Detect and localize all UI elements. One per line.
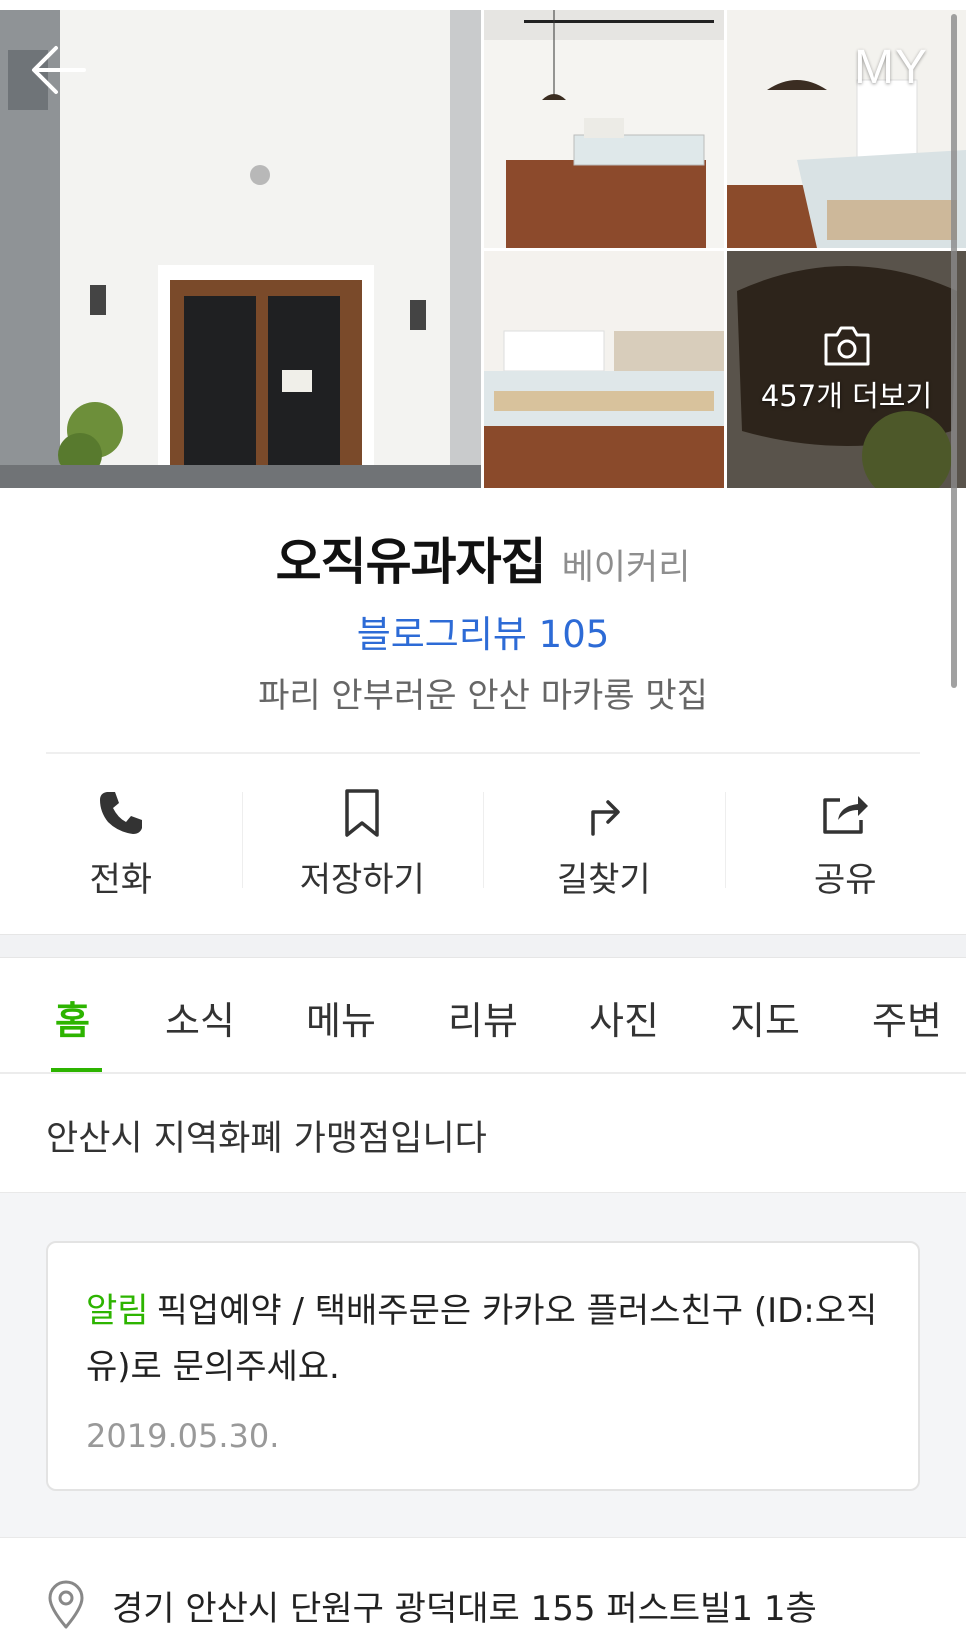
- my-button[interactable]: MY: [854, 40, 928, 95]
- tab-photos[interactable]: 사진: [589, 990, 659, 1045]
- address-row[interactable]: 경기 안산시 단원구 광덕대로 155 퍼스트빌1 1층: [46, 1580, 817, 1630]
- more-photos-button[interactable]: 457개 더보기: [727, 251, 966, 488]
- bookmark-icon: [345, 789, 379, 837]
- interior-photo-showcase[interactable]: [484, 251, 724, 488]
- divider: [46, 752, 920, 754]
- directions-button[interactable]: 길찾기: [483, 770, 725, 910]
- directions-label: 길찾기: [556, 860, 651, 900]
- notice-text: 픽업예약 / 택배주문은 카카오 플러스친구 (ID:오직유)로 문의주세요.: [86, 1291, 878, 1387]
- active-tab-indicator: [51, 1068, 102, 1072]
- place-name: 오직유과자집: [275, 533, 547, 591]
- address-text: 경기 안산시 단원구 광덕대로 155 퍼스트빌1 1층: [112, 1588, 817, 1629]
- interior-photo-counter[interactable]: [484, 10, 724, 248]
- local-currency-info: 안산시 지역화폐 가맹점입니다: [46, 1119, 487, 1159]
- call-button[interactable]: 전화: [0, 770, 242, 910]
- tab-home[interactable]: 홈: [55, 990, 90, 1045]
- camera-icon: [824, 326, 869, 365]
- tab-reviews[interactable]: 리뷰: [448, 990, 518, 1045]
- phone-icon: [99, 792, 142, 834]
- notice-date: 2019.05.30.: [86, 1417, 280, 1455]
- location-pin-icon: [48, 1580, 84, 1629]
- place-tagline: 파리 안부러운 안산 마카롱 맛집: [258, 676, 708, 716]
- save-button[interactable]: 저장하기: [241, 770, 484, 910]
- share-button[interactable]: 공유: [724, 770, 966, 910]
- share-label: 공유: [813, 860, 877, 900]
- section-gap: [0, 934, 966, 958]
- notice-message: 알림 픽업예약 / 택배주문은 카카오 플러스친구 (ID:오직유)로 문의주세요…: [86, 1283, 882, 1395]
- photo-gallery: 457개 더보기 MY: [0, 0, 966, 488]
- notice-tag: 알림: [86, 1291, 149, 1331]
- place-title-row: 오직유과자집 베이커리: [0, 522, 966, 594]
- tab-news[interactable]: 소식: [165, 990, 235, 1045]
- arrow-left-icon: [32, 46, 86, 94]
- directions-icon: [591, 800, 620, 836]
- more-photos-label: 457개 더보기: [760, 378, 933, 413]
- notice-card[interactable]: 알림 픽업예약 / 택배주문은 카카오 플러스친구 (ID:오직유)로 문의주세요…: [46, 1241, 920, 1491]
- interior-photo-display[interactable]: [727, 10, 966, 248]
- tab-map[interactable]: 지도: [730, 990, 800, 1045]
- tab-menu[interactable]: 메뉴: [306, 990, 376, 1045]
- back-button[interactable]: [28, 42, 90, 98]
- call-label: 전화: [89, 860, 153, 900]
- save-label: 저장하기: [299, 860, 425, 900]
- tab-nearby[interactable]: 주변: [872, 990, 942, 1045]
- blog-review-link[interactable]: 블로그리뷰 105: [0, 604, 966, 658]
- tab-bar: 홈 소식 메뉴 리뷰 사진 지도 주변: [0, 958, 966, 1074]
- action-bar: 전화 저장하기 길찾기 공유: [0, 770, 966, 910]
- share-icon: [823, 796, 869, 834]
- place-category: 베이커리: [561, 548, 691, 588]
